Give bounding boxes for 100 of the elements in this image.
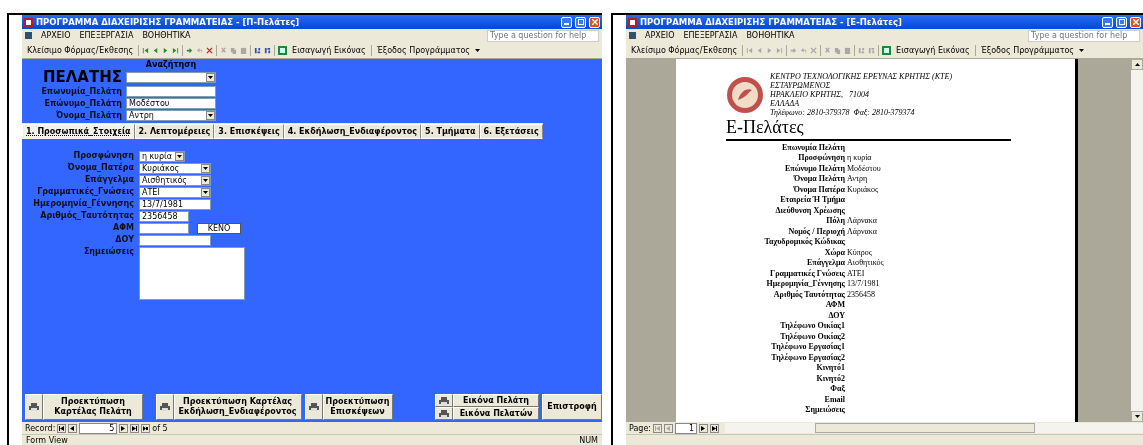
- report-field-label: Τηλέφωνο Οικίας1: [779, 321, 845, 331]
- first-record-button[interactable]: [57, 423, 67, 433]
- field-label: Αριθμός_Ταυτότητας: [39, 211, 134, 220]
- toolbar-button[interactable]: Έξοδος Προγράμματος: [374, 45, 473, 55]
- report-field-label: Ημερομηνία_Γέννησης: [765, 279, 845, 289]
- close-button[interactable]: [1130, 16, 1141, 28]
- vertical-scrollbar[interactable]: [1131, 59, 1143, 422]
- menu-item[interactable]: ΕΠΕΞΕΡΓΑΣΙΑ: [683, 31, 738, 40]
- menu-item[interactable]: ΑΡΧΕΙΟ: [645, 31, 675, 40]
- horizontal-scrollbar[interactable]: [725, 423, 1143, 433]
- report-field-label: Επώνυμο Πελάτη: [783, 163, 845, 173]
- report-field-label: Πόλη: [825, 216, 845, 226]
- previous-record-button[interactable]: [68, 423, 78, 433]
- print-button[interactable]: [304, 394, 323, 420]
- minimize-button[interactable]: [1102, 16, 1113, 28]
- maximize-button[interactable]: [575, 16, 586, 28]
- first-page-button[interactable]: [653, 423, 663, 433]
- toolbar-button[interactable]: Εισαγωγή Εικόνας: [894, 45, 972, 55]
- tab[interactable]: 1. Προσωπικά_Στοιχεία: [22, 124, 135, 139]
- combo-box[interactable]: Κυριάκος: [139, 163, 211, 174]
- form-heading: ΠΕΛΑΤΗΣ: [41, 70, 122, 85]
- print-preview-button[interactable]: Προεκτύπωση Καρτέλας Πελάτη: [43, 394, 143, 420]
- combo-box[interactable]: ΑΤΕΙ: [139, 187, 211, 198]
- text-field[interactable]: [139, 223, 189, 234]
- new-record-button[interactable]: [141, 423, 151, 433]
- print-preview-button[interactable]: Προεκτύπωση Επισκέψεων: [322, 394, 393, 420]
- tab[interactable]: 4. Εκδήλωση_Ενδιαφέροντος: [283, 124, 422, 139]
- tab[interactable]: 2. Λεπτομέρειες: [134, 124, 215, 139]
- menu-item[interactable]: ΒΟΗΘΗΤΙΚΑ: [142, 31, 191, 40]
- text-field[interactable]: 2356458: [139, 211, 189, 222]
- previous-icon: [666, 425, 672, 431]
- print-button[interactable]: [155, 394, 174, 420]
- field-label: Προσφώνηση: [72, 151, 134, 160]
- report-field-label: Γραμματικές Γνώσεις: [769, 268, 845, 278]
- previous-page-button[interactable]: [664, 423, 674, 433]
- combo-box[interactable]: η κυρία: [139, 151, 185, 162]
- help-search-field[interactable]: Type a question for help: [1028, 29, 1140, 42]
- menu-item[interactable]: ΑΡΧΕΙΟ: [41, 31, 71, 40]
- toolbar-button[interactable]: Εισαγωγή Εικόνας: [290, 45, 368, 55]
- first-icon: [655, 425, 661, 431]
- field-label: Γραμματικές_Γνώσεις: [36, 187, 134, 196]
- text-field[interactable]: Μοδέστου: [126, 98, 216, 109]
- next-record-button[interactable]: [119, 423, 129, 433]
- toolbar-button[interactable]: Έξοδος Προγράμματος: [978, 45, 1077, 55]
- report-field-label: Όνομα Πελάτη: [792, 174, 845, 184]
- text-field[interactable]: 13/7/1981: [139, 199, 211, 210]
- maximize-button[interactable]: [1116, 16, 1127, 28]
- combo-box[interactable]: [126, 72, 216, 83]
- toolbar-button[interactable]: Κλείσιμο Φόρμας/Έκθεσης: [25, 45, 136, 55]
- print-button[interactable]: [435, 394, 453, 407]
- close-icon: [1132, 19, 1139, 25]
- next-page-button[interactable]: [699, 423, 709, 433]
- print-button[interactable]: [25, 394, 43, 420]
- field-label: Όνομα_Πελάτη: [55, 111, 122, 120]
- close-button[interactable]: [589, 16, 600, 28]
- back-button[interactable]: Επιστροφή: [542, 394, 602, 420]
- notes-field[interactable]: [139, 247, 245, 300]
- report-field-label: Φαξ: [829, 384, 845, 394]
- text-field[interactable]: [126, 86, 216, 97]
- report-field-label: Επωνυμία Πελάτη: [780, 142, 845, 152]
- tab[interactable]: 6. Εξετάσεις: [479, 124, 543, 139]
- report-field-value: Λάρνακα: [847, 216, 878, 226]
- dropdown-caret-icon: [1079, 48, 1085, 52]
- letterhead-line: ΕΛΛΑΔΑ: [770, 99, 801, 108]
- combo-box[interactable]: Αντρη: [126, 110, 216, 121]
- field-label: Επωνυμία_Πελάτη: [40, 87, 122, 96]
- tab[interactable]: 5. Τμήματα: [421, 124, 480, 139]
- combo-box[interactable]: Αισθητικός: [139, 175, 211, 186]
- undo-icon: [800, 46, 808, 54]
- report-field-value: η κυρία: [847, 153, 873, 163]
- dropdown-arrow-icon: [203, 178, 208, 183]
- help-search-field[interactable]: Type a question for help: [487, 29, 599, 42]
- picture-button[interactable]: Εικόνα Πελάτη: [453, 394, 539, 407]
- last-page-button[interactable]: [710, 423, 720, 433]
- toolbar-button[interactable]: Κλείσιμο Φόρμας/Έκθεσης: [629, 45, 740, 55]
- cut-icon: [824, 46, 832, 54]
- page-number-field[interactable]: 1: [675, 422, 698, 434]
- report-field-label: Όνομα Πατέρα: [792, 184, 845, 194]
- letterhead-line: ΕΣΤΑΥΡΩΜΕΝΟΣ: [770, 81, 832, 90]
- text-field[interactable]: [139, 235, 211, 246]
- report-field-label: ΑΦΜ: [824, 300, 845, 310]
- menu-item[interactable]: ΕΠΕΞΕΡΓΑΣΙΑ: [79, 31, 134, 40]
- dropdown-arrow-icon: [203, 190, 208, 195]
- minimize-button[interactable]: [561, 16, 572, 28]
- report-field-label: Τηλέφωνο Εργασίας2: [770, 352, 845, 362]
- tab[interactable]: 3. Επισκέψεις: [214, 124, 284, 139]
- print-button[interactable]: [435, 407, 453, 420]
- picture-button[interactable]: Εικόνα Πελατών: [453, 407, 539, 420]
- record-number-field[interactable]: 5: [79, 422, 118, 434]
- menu-item[interactable]: ΒΟΗΘΗΤΙΚΑ: [746, 31, 795, 40]
- clear-button[interactable]: ΚΕΝΟ: [197, 223, 241, 234]
- printer-icon: [29, 403, 39, 411]
- last-icon: [712, 425, 718, 431]
- app-icon: [24, 17, 33, 27]
- paste-icon: [844, 46, 852, 54]
- window-title: ΠΡΟΓΡΑΜΜΑ ΔΙΑΧΕΙΡΙΣΗΣ ΓΡΑΜΜΑΤΕΙΑΣ - [Ε-Πελάτες]: [640, 17, 903, 27]
- next-icon: [121, 425, 127, 431]
- print-preview-button[interactable]: Προεκτύπωση Καρτέλας Εκδήλωση_Ενδιαφέροντος: [173, 394, 302, 420]
- last-record-button[interactable]: [130, 423, 140, 433]
- letterhead-line: Τηλέφωνο: 2810-379378 Φαξ: 2810-379374: [770, 108, 916, 117]
